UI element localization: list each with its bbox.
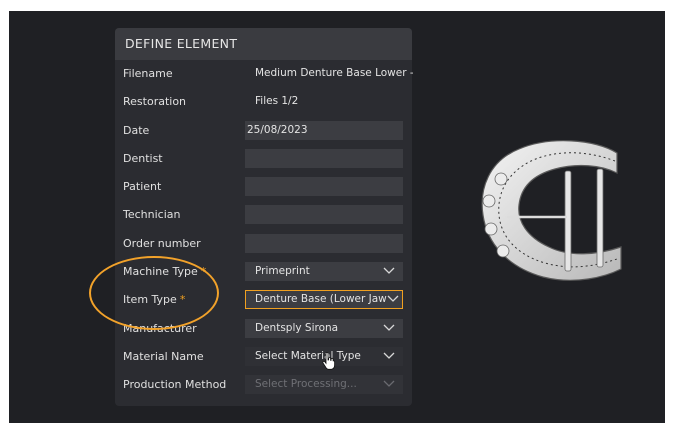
restoration-label: Restoration xyxy=(123,95,187,109)
technician-label: Technician xyxy=(123,208,181,222)
chevron-down-icon xyxy=(387,295,399,304)
production-method-value: Select Processing... xyxy=(255,378,357,391)
panel-title: DEFINE ELEMENT xyxy=(115,28,412,60)
item-type-select[interactable]: Denture Base (Lower Jaw xyxy=(245,290,403,310)
restoration-value: Files 1/2 xyxy=(255,95,299,108)
material-name-value: Select Material Type xyxy=(255,349,361,362)
dentist-field[interactable] xyxy=(245,148,403,168)
dentist-label: Dentist xyxy=(123,151,163,165)
production-method-label: Production Method xyxy=(123,378,227,392)
hand-pointer-icon xyxy=(322,352,336,374)
order-number-label: Order number xyxy=(123,236,201,250)
manufacturer-value: Dentsply Sirona xyxy=(255,321,339,334)
filename-value: Medium Denture Base Lower - xyxy=(255,67,413,79)
patient-label: Patient xyxy=(123,180,162,194)
row-technician: Technician xyxy=(115,201,412,229)
machine-type-value: Primeprint xyxy=(255,265,310,278)
row-material-name: Material Name Select Material Type xyxy=(115,343,412,371)
technician-field[interactable] xyxy=(245,205,403,225)
row-filename: Filename Medium Denture Base Lower - xyxy=(115,60,413,88)
row-order-number: Order number xyxy=(115,230,412,258)
app-viewport: DEFINE ELEMENT Filename Medium Denture B… xyxy=(9,11,665,423)
machine-type-select[interactable]: Primeprint xyxy=(245,262,403,282)
item-type-value: Denture Base (Lower Jaw xyxy=(255,293,387,306)
date-label: Date xyxy=(123,123,150,137)
row-dentist: Dentist xyxy=(115,145,412,173)
row-production-method: Production Method Select Processing... xyxy=(115,371,412,399)
chevron-down-icon xyxy=(383,352,395,360)
patient-field[interactable] xyxy=(245,177,403,197)
chevron-down-icon xyxy=(383,267,395,275)
material-name-label: Material Name xyxy=(123,349,204,363)
highlight-ellipse xyxy=(89,256,219,330)
production-method-select[interactable]: Select Processing... xyxy=(245,375,403,395)
row-date: Date 25/08/2023 xyxy=(115,117,412,145)
denture-model xyxy=(477,131,627,295)
chevron-down-icon xyxy=(383,380,395,388)
row-patient: Patient xyxy=(115,173,412,201)
row-restoration: Restoration Files 1/2 xyxy=(115,88,412,116)
date-field[interactable]: 25/08/2023 xyxy=(245,120,403,140)
filename-label: Filename xyxy=(123,67,173,80)
define-element-panel: DEFINE ELEMENT Filename Medium Denture B… xyxy=(115,28,413,406)
chevron-down-icon xyxy=(383,324,395,332)
order-number-field[interactable] xyxy=(245,233,403,253)
manufacturer-select[interactable]: Dentsply Sirona xyxy=(245,318,403,338)
